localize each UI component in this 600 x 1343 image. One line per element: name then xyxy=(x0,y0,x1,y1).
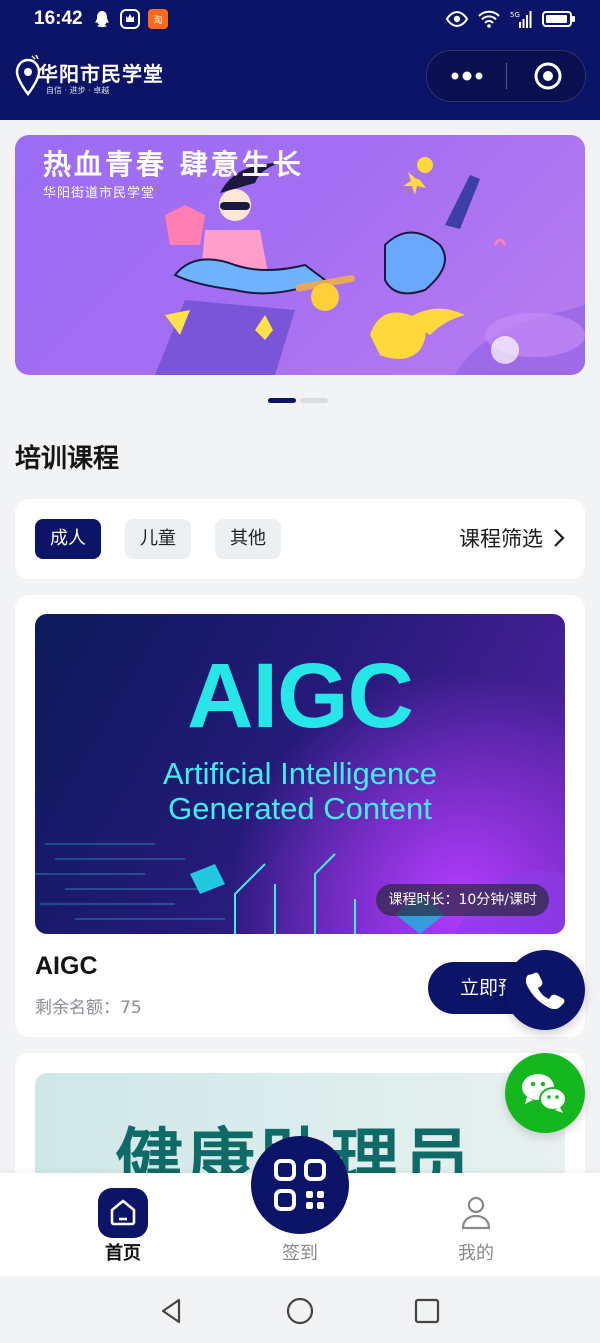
tab-home[interactable]: 首页 xyxy=(63,1173,183,1276)
back-icon[interactable] xyxy=(157,1296,187,1326)
home-circle-icon[interactable] xyxy=(285,1296,315,1326)
qr-code-icon xyxy=(274,1159,326,1211)
app-notification-icon xyxy=(120,9,140,29)
section-title: 培训课程 xyxy=(15,444,120,474)
status-notification-icons: 淘 xyxy=(92,9,168,29)
course-card[interactable]: AIGC Artificial Intelligence Generated C… xyxy=(15,595,585,1037)
banner-subtitle: 华阳街道市民学堂 xyxy=(43,186,156,201)
status-bar: 16:42 淘 5G xyxy=(0,0,600,40)
course-duration-badge: 课程时长：10分钟/课时 xyxy=(376,884,549,916)
logo-tagline: 自信 · 进步 · 卓越 xyxy=(46,86,110,95)
phone-contact-button[interactable] xyxy=(505,950,585,1030)
chevron-right-icon xyxy=(554,529,565,547)
course-title: AIGC xyxy=(35,952,98,980)
course-remaining-quota: 剩余名额：75 xyxy=(35,998,142,1018)
filter-chip-other[interactable]: 其他 xyxy=(215,519,281,559)
filter-chip-children[interactable]: 儿童 xyxy=(125,519,191,559)
promo-banner[interactable]: 热血青春 肆意生长 华阳街道市民学堂 xyxy=(15,135,585,375)
cover-title: AIGC xyxy=(187,645,414,747)
course-filter-label: 课程筛选 xyxy=(459,527,543,551)
tab-mine[interactable]: 我的 xyxy=(416,1173,536,1276)
wechat-icon xyxy=(522,1074,567,1113)
svg-text:5G: 5G xyxy=(510,11,520,19)
eye-comfort-icon xyxy=(446,11,468,27)
svg-text:淘: 淘 xyxy=(153,14,162,26)
tab-home-label: 首页 xyxy=(105,1243,141,1264)
banner-dot-1[interactable] xyxy=(268,398,296,403)
recent-apps-icon[interactable] xyxy=(412,1296,442,1326)
capsule-divider xyxy=(506,63,507,89)
course-filter-link[interactable]: 课程筛选 xyxy=(459,523,565,553)
battery-icon xyxy=(542,11,575,27)
home-icon xyxy=(98,1188,148,1238)
cover-line-2: Generated Content xyxy=(168,791,432,826)
tab-checkin-label: 签到 xyxy=(282,1243,318,1264)
wifi-icon xyxy=(478,10,500,28)
miniprogram-capsule xyxy=(426,50,586,102)
close-miniprogram-icon[interactable] xyxy=(533,61,563,91)
more-options-icon[interactable] xyxy=(447,63,487,89)
app-logo: 华阳市民学堂 自信 · 进步 · 卓越 xyxy=(14,54,174,106)
course-filter-bar: 成人 儿童 其他 课程筛选 xyxy=(15,499,585,579)
app-header: 16:42 淘 5G 华阳市民学堂 自信 · 进步 · 卓越 xyxy=(0,0,600,120)
signal-5g-icon: 5G xyxy=(510,11,532,28)
logo-title: 华阳市民学堂 xyxy=(38,62,164,86)
wechat-contact-button[interactable] xyxy=(505,1053,585,1133)
taobao-notification-icon: 淘 xyxy=(148,9,168,29)
course-cover-image: AIGC Artificial Intelligence Generated C… xyxy=(35,614,565,934)
system-navigation-bar xyxy=(0,1276,600,1343)
qq-notification-icon xyxy=(95,11,109,27)
cover-line-1: Artificial Intelligence xyxy=(163,756,437,791)
filter-chip-adult[interactable]: 成人 xyxy=(35,519,101,559)
banner-dot-2[interactable] xyxy=(300,398,328,403)
user-icon xyxy=(461,1196,491,1230)
scan-checkin-button[interactable] xyxy=(251,1136,349,1234)
banner-pagination xyxy=(268,398,328,403)
tab-mine-label: 我的 xyxy=(458,1243,494,1264)
phone-icon xyxy=(525,972,565,1010)
status-system-icons: 5G xyxy=(446,10,576,28)
banner-title: 热血青春 肆意生长 xyxy=(43,148,304,181)
status-time: 16:42 xyxy=(34,8,83,29)
